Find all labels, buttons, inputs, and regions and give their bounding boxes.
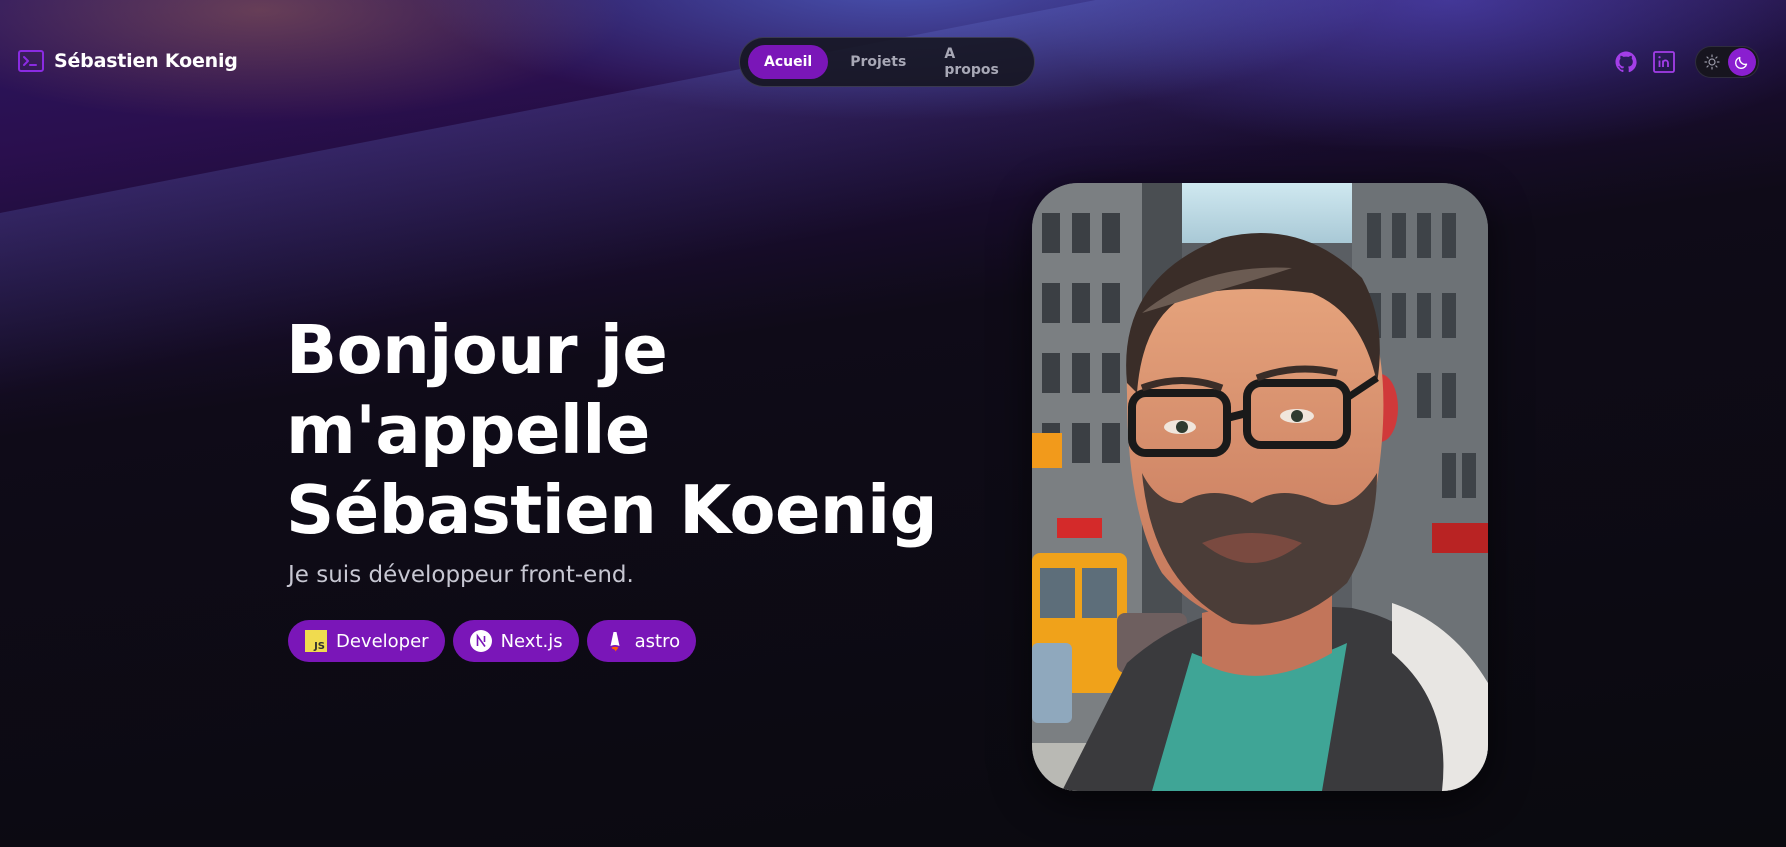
nextjs-icon <box>469 629 493 653</box>
terminal-icon <box>18 49 44 73</box>
astro-icon <box>603 629 627 653</box>
theme-toggle[interactable] <box>1695 46 1759 78</box>
tag-label: Next.js <box>500 630 563 652</box>
linkedin-icon[interactable] <box>1652 50 1676 74</box>
sun-icon[interactable] <box>1704 54 1720 70</box>
tag-label: Developer <box>336 630 429 652</box>
nav-item-a-propos[interactable]: A propos <box>928 45 1026 79</box>
javascript-icon: JS <box>304 629 328 653</box>
github-icon[interactable] <box>1614 50 1638 74</box>
hero-title-line: Sébastien Koenig <box>286 471 938 549</box>
site-logo-link[interactable]: Sébastien Koenig <box>18 49 238 73</box>
hero-title: Bonjour je m'appelle Sébastien Koenig <box>286 310 938 550</box>
hero-subtitle: Je suis développeur front-end. <box>288 562 634 588</box>
hero-title-line: m'appelle <box>286 391 650 469</box>
nav-item-acueil[interactable]: Acueil <box>748 45 829 79</box>
svg-text:JS: JS <box>313 641 325 652</box>
profile-portrait <box>1032 183 1488 791</box>
tech-tags: JS Developer Next.js astro <box>288 620 697 662</box>
tag-developer: JS Developer <box>288 620 445 662</box>
moon-icon[interactable] <box>1728 48 1756 76</box>
tag-nextjs: Next.js <box>452 620 579 662</box>
site-name: Sébastien Koenig <box>54 50 238 72</box>
tag-astro: astro <box>586 620 697 662</box>
tag-label: astro <box>634 630 681 652</box>
page: Sébastien Koenig Acueil Projets A propos <box>0 0 1786 847</box>
nav-item-projets[interactable]: Projets <box>834 45 922 79</box>
hero-title-line: Bonjour je <box>286 311 668 389</box>
main-nav: Acueil Projets A propos <box>739 37 1035 87</box>
